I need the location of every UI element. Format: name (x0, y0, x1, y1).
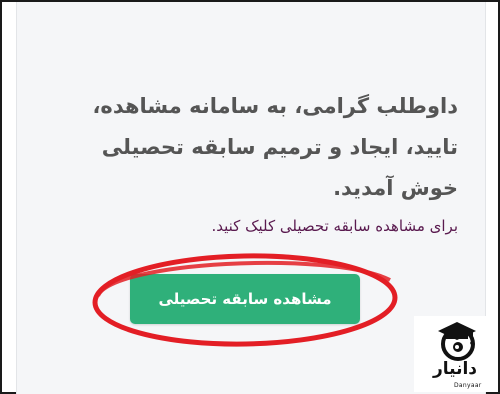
view-academic-record-button[interactable]: مشاهده سابقه تحصیلی (130, 274, 360, 324)
danyaar-watermark: دانیار Danyaar (414, 316, 496, 392)
graduation-cap-icon (438, 322, 476, 361)
watermark-brand: دانیار (432, 359, 478, 379)
watermark-brand-latin: Danyaar (454, 382, 482, 389)
instruction-text: برای مشاهده سابقه تحصیلی کلیک کنید. (211, 217, 458, 235)
welcome-message: داوطلب گرامی، به سامانه مشاهده، تایید، ا… (92, 94, 458, 200)
